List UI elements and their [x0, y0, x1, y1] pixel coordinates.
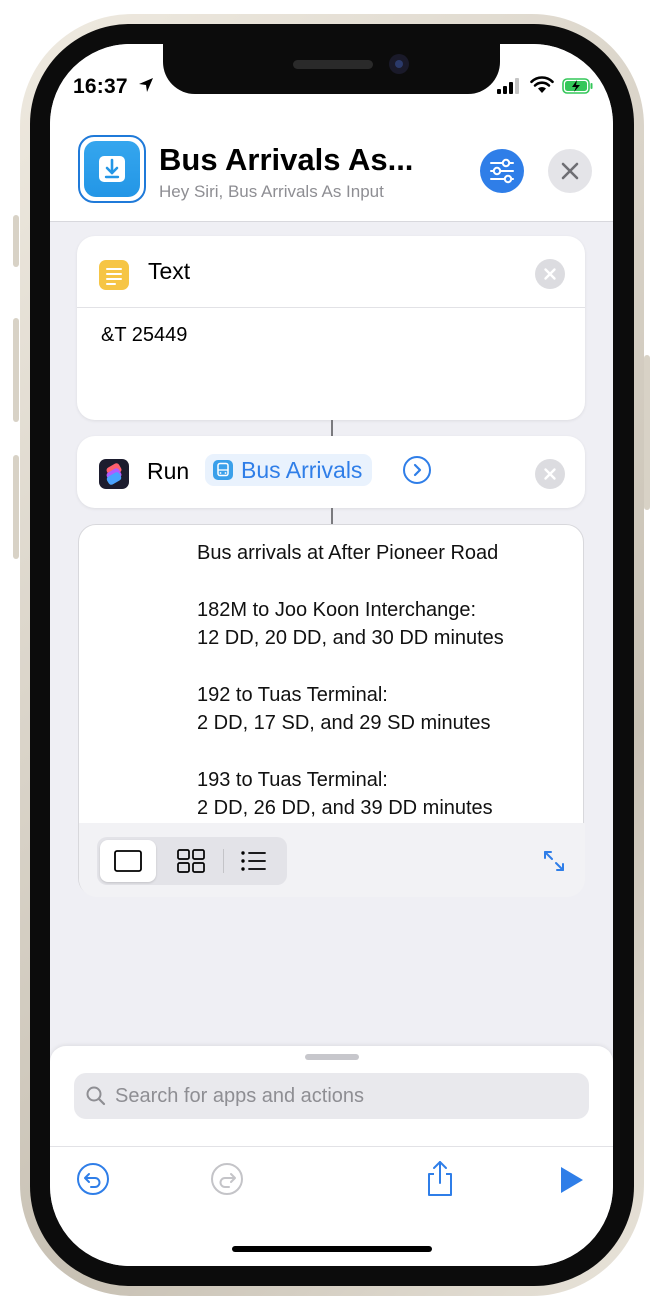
output-line: Bus arrivals at After Pioneer Road [197, 542, 499, 564]
redo-icon [211, 1163, 243, 1195]
close-icon [544, 268, 556, 280]
battery-charging-icon [562, 78, 593, 94]
output-toolbar [79, 823, 585, 897]
screen: 16:37 Bus Arrivals As... Hey Siri, Bus A… [50, 44, 613, 1266]
toolbar-divider [50, 1146, 613, 1147]
bus-icon [213, 460, 233, 480]
text-action-icon [99, 260, 129, 290]
location-arrow-icon [139, 78, 153, 92]
text-action-input[interactable]: &T 25449 [101, 324, 187, 347]
share-icon [428, 1161, 452, 1196]
earpiece-speaker [293, 60, 373, 69]
volume-up-button [13, 318, 19, 422]
front-camera [389, 54, 409, 74]
output-line: 193 to Tuas Terminal: [197, 769, 388, 791]
cellular-signal-icon [497, 78, 519, 94]
run-action-title: Run [147, 458, 190, 484]
grid-view-icon [177, 849, 205, 873]
single-view-button[interactable] [100, 840, 156, 882]
output-line: 2 DD, 26 DD, and 39 DD minutes [197, 797, 493, 819]
volume-down-button [13, 455, 19, 559]
status-time: 16:37 [73, 75, 128, 98]
grid-view-button[interactable] [163, 840, 219, 882]
single-view-icon [114, 850, 142, 872]
list-view-button[interactable] [227, 840, 283, 882]
close-button[interactable] [548, 149, 592, 193]
divider [77, 307, 585, 308]
settings-button[interactable] [480, 149, 524, 193]
home-indicator [232, 1246, 432, 1252]
mute-switch [13, 215, 19, 267]
notch [163, 44, 500, 94]
undo-icon [77, 1163, 109, 1195]
redo-button[interactable] [210, 1162, 244, 1196]
view-mode-segmented-control [97, 837, 287, 885]
close-icon [561, 162, 579, 180]
wifi-icon [530, 76, 554, 93]
shortcut-subtitle: Hey Siri, Bus Arrivals As Input [159, 182, 384, 201]
search-icon [86, 1086, 106, 1106]
actions-bottom-sheet: Search for apps and actions [50, 1046, 613, 1266]
search-placeholder: Search for apps and actions [115, 1085, 365, 1107]
output-line: 2 DD, 17 SD, and 29 SD minutes [197, 712, 491, 734]
settings-sliders-icon [490, 158, 514, 184]
remove-run-action-button[interactable] [535, 459, 565, 489]
shortcut-download-icon[interactable] [78, 135, 146, 203]
undo-button[interactable] [76, 1162, 110, 1196]
text-action-title: Text [148, 258, 191, 284]
play-icon [561, 1167, 583, 1193]
run-shortcut-parameter[interactable]: Bus Arrivals [205, 454, 373, 486]
output-line: 192 to Tuas Terminal: [197, 684, 388, 706]
power-button [644, 355, 650, 510]
list-view-icon [241, 851, 266, 871]
output-line: 12 DD, 20 DD, and 30 DD minutes [197, 627, 504, 649]
text-action-card[interactable]: Text &T 25449 [77, 236, 585, 420]
share-button[interactable] [423, 1158, 457, 1198]
expand-icon [544, 851, 564, 871]
close-icon [544, 468, 556, 480]
action-connector [331, 508, 333, 524]
segment-divider [223, 849, 224, 873]
run-shortcut-button[interactable] [556, 1164, 586, 1196]
action-connector [331, 420, 333, 436]
chevron-right-icon [413, 463, 422, 477]
remove-text-action-button[interactable] [535, 259, 565, 289]
sheet-grabber[interactable] [305, 1054, 359, 1060]
search-input[interactable]: Search for apps and actions [74, 1073, 589, 1119]
shortcuts-app-icon [99, 459, 129, 489]
output-card: Bus arrivals at After Pioneer Road 182M … [78, 524, 585, 897]
run-shortcut-name: Bus Arrivals [241, 456, 363, 483]
output-line: 182M to Joo Koon Interchange: [197, 599, 477, 621]
shortcut-title[interactable]: Bus Arrivals As... [159, 142, 413, 178]
show-more-button[interactable] [403, 456, 431, 484]
run-action-card[interactable]: Run Bus Arrivals [77, 436, 585, 508]
shortcut-header: Bus Arrivals As... Hey Siri, Bus Arrival… [50, 104, 613, 222]
expand-button[interactable] [541, 848, 567, 874]
